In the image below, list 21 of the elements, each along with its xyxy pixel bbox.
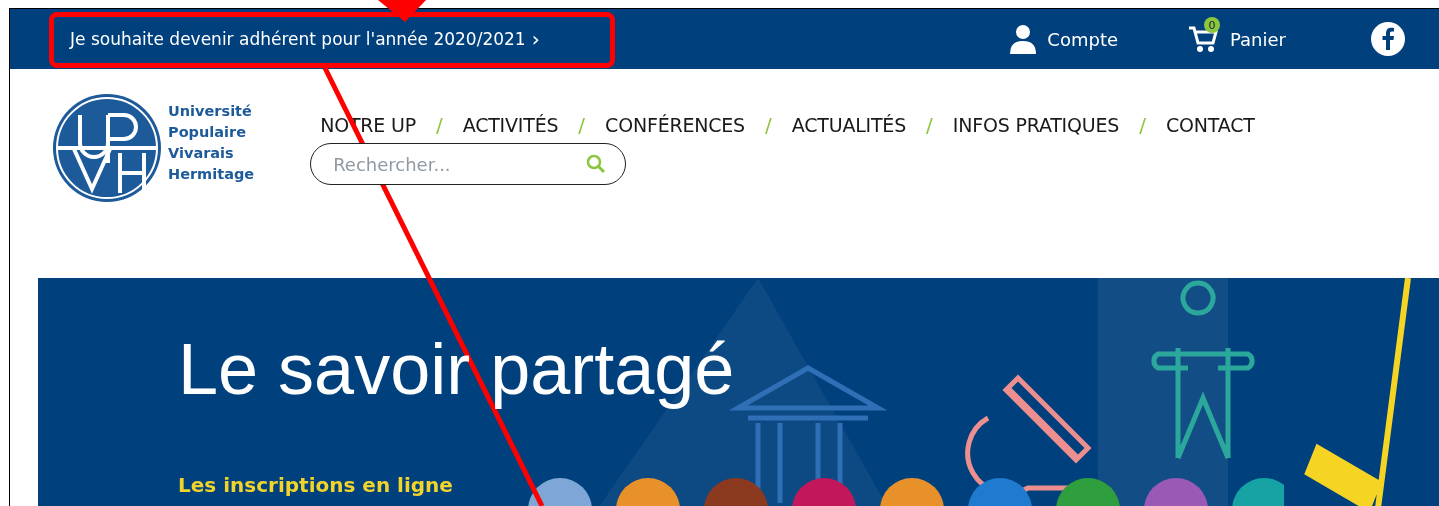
membership-link[interactable]: Je souhaite devenir adhérent pour l'année 2020/2021 › (70, 27, 540, 51)
hero-subtitle: Les inscriptions en ligne (178, 473, 453, 497)
nav-link[interactable]: INFOS PRATIQUES (952, 114, 1120, 136)
nav-link[interactable]: ACTIVITÉS (462, 114, 559, 136)
nav-link[interactable]: CONFÉRENCES (605, 114, 745, 136)
nav-separator: / (578, 113, 586, 137)
facebook-icon[interactable] (1371, 22, 1405, 56)
nav-separator: / (1139, 113, 1146, 137)
logo-emblem[interactable] (52, 93, 162, 203)
search-field[interactable]: Rechercher... (310, 143, 627, 185)
nav-link[interactable]: ACTUALITÉS (791, 114, 907, 136)
nav-separator: / (435, 113, 443, 137)
account-link[interactable]: Compte (1009, 18, 1119, 60)
hero-title: Le savoir partagé (178, 328, 736, 410)
cart-link[interactable]: 0 Panier (1188, 19, 1286, 59)
nav-separator: / (765, 113, 772, 137)
user-icon (1009, 24, 1038, 54)
cart-count: 0 (1204, 17, 1221, 33)
nav-link[interactable]: CONTACT (1165, 114, 1255, 136)
nav-separator: / (926, 113, 933, 137)
logo-text[interactable]: Université Populaire Vivarais Hermitage (168, 101, 255, 185)
